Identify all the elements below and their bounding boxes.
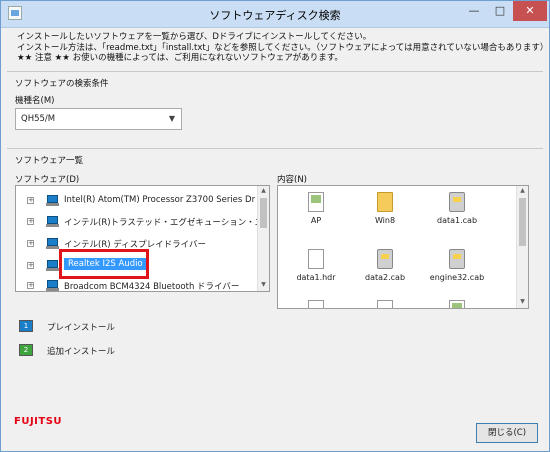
laptop-icon bbox=[46, 260, 59, 271]
scroll-down-icon[interactable]: ▼ bbox=[258, 281, 269, 288]
file-name: AP bbox=[310, 216, 322, 225]
maximize-button[interactable]: □ bbox=[487, 1, 513, 21]
pre-install-icon: 1 bbox=[19, 320, 33, 332]
scroll-up-icon[interactable]: ▲ bbox=[517, 187, 528, 194]
app-icon bbox=[308, 192, 324, 212]
intro-text: インストールしたいソフトウェアを一覧から選び、Dドライブにインストールしてくださ… bbox=[17, 32, 548, 64]
add-install-icon: 2 bbox=[19, 344, 33, 356]
tree-item[interactable]: + Broadcom BCM4324 Bluetooth ドライバー bbox=[16, 279, 256, 292]
file-name: Win8 bbox=[374, 216, 396, 225]
file-item-partial[interactable] bbox=[424, 300, 490, 308]
app-icon bbox=[449, 300, 465, 308]
title-bar: ソフトウェアディスク検索 — □ ✕ bbox=[1, 1, 549, 28]
contents-scrollbar[interactable]: ▲ ▼ bbox=[516, 186, 528, 308]
expand-icon[interactable]: + bbox=[27, 282, 34, 289]
file-item-partial[interactable] bbox=[283, 300, 349, 308]
doc-icon bbox=[308, 300, 324, 308]
file-item[interactable]: data1.hdr bbox=[283, 249, 349, 282]
expand-icon[interactable]: + bbox=[27, 218, 34, 225]
file-name: data1.hdr bbox=[296, 273, 336, 282]
contents-label: 内容(N) bbox=[277, 175, 307, 185]
file-item[interactable]: data2.cab bbox=[352, 249, 418, 282]
laptop-icon bbox=[46, 216, 59, 227]
file-item[interactable]: data1.cab bbox=[424, 192, 490, 225]
model-label: 機種名(M) bbox=[15, 96, 55, 106]
close-window-button[interactable]: ✕ bbox=[513, 1, 547, 21]
pre-install-label: プレインストール bbox=[47, 323, 115, 333]
search-section-title: ソフトウェアの検索条件 bbox=[15, 79, 109, 89]
laptop-icon bbox=[46, 280, 59, 291]
expand-icon[interactable]: + bbox=[27, 240, 34, 247]
doc-icon bbox=[377, 300, 393, 308]
scroll-thumb[interactable] bbox=[519, 198, 526, 246]
expand-icon[interactable]: + bbox=[27, 262, 34, 269]
highlight-box bbox=[59, 249, 149, 279]
software-tree-label: ソフトウェア(D) bbox=[15, 175, 80, 185]
software-list-section-title: ソフトウェア一覧 bbox=[15, 156, 84, 166]
intro-line-2: インストール方法は、「readme.txt」「install.txt」などを参照… bbox=[17, 42, 549, 53]
scroll-up-icon[interactable]: ▲ bbox=[258, 187, 269, 194]
divider bbox=[7, 148, 543, 149]
tree-item-label: Intel(R) Atom(TM) Processor Z3700 Series… bbox=[64, 195, 256, 205]
fujitsu-logo: FUJITSU bbox=[14, 416, 63, 427]
minimize-button[interactable]: — bbox=[461, 1, 487, 21]
intro-line-1: インストールしたいソフトウェアを一覧から選び、Dドライブにインストールしてくださ… bbox=[17, 32, 372, 42]
file-item[interactable]: engine32.cab bbox=[424, 249, 490, 282]
model-value: QH55/M bbox=[21, 114, 56, 124]
tree-item-label: インテル(R)トラステッド・エグゼキューション・エン bbox=[64, 218, 270, 228]
tree-item[interactable]: + インテル(R)トラステッド・エグゼキューション・エン bbox=[16, 215, 269, 229]
expand-icon[interactable]: + bbox=[27, 197, 34, 204]
cab-icon bbox=[377, 249, 393, 269]
cab-icon bbox=[449, 249, 465, 269]
file-item-partial[interactable] bbox=[352, 300, 418, 308]
tree-scrollbar[interactable]: ▲ ▼ bbox=[257, 186, 269, 291]
chevron-down-icon: ▼ bbox=[168, 114, 175, 123]
doc-icon bbox=[308, 249, 324, 269]
folder-icon bbox=[377, 192, 393, 212]
contents-panel[interactable]: AP Win8 data1.cab data1.hdr data2.cab en… bbox=[277, 185, 529, 309]
tree-item[interactable]: + Intel(R) Atom(TM) Processor Z3700 Seri… bbox=[16, 194, 256, 208]
laptop-icon bbox=[46, 195, 59, 206]
scroll-thumb[interactable] bbox=[260, 198, 267, 228]
divider bbox=[7, 71, 543, 72]
software-disc-search-window: ソフトウェアディスク検索 — □ ✕ インストールしたいソフトウェアを一覧から選… bbox=[0, 0, 550, 452]
model-select[interactable]: QH55/M ▼ bbox=[15, 108, 182, 130]
close-button[interactable]: 閉じる(C) bbox=[476, 423, 538, 443]
laptop-icon bbox=[46, 238, 59, 249]
file-name: engine32.cab bbox=[429, 273, 485, 282]
cab-icon bbox=[449, 192, 465, 212]
file-item[interactable]: AP bbox=[283, 192, 349, 225]
scroll-down-icon[interactable]: ▼ bbox=[517, 298, 528, 305]
file-name: data2.cab bbox=[364, 273, 406, 282]
tree-item-label: Broadcom BCM4324 Bluetooth ドライバー bbox=[64, 282, 240, 292]
file-name: data1.cab bbox=[436, 216, 478, 225]
file-item[interactable]: Win8 bbox=[352, 192, 418, 225]
add-install-label: 追加インストール bbox=[47, 347, 115, 357]
intro-line-3: ★★ 注意 ★★ お使いの機種によっては、ご利用になれないソフトウェアがあります… bbox=[17, 53, 343, 63]
